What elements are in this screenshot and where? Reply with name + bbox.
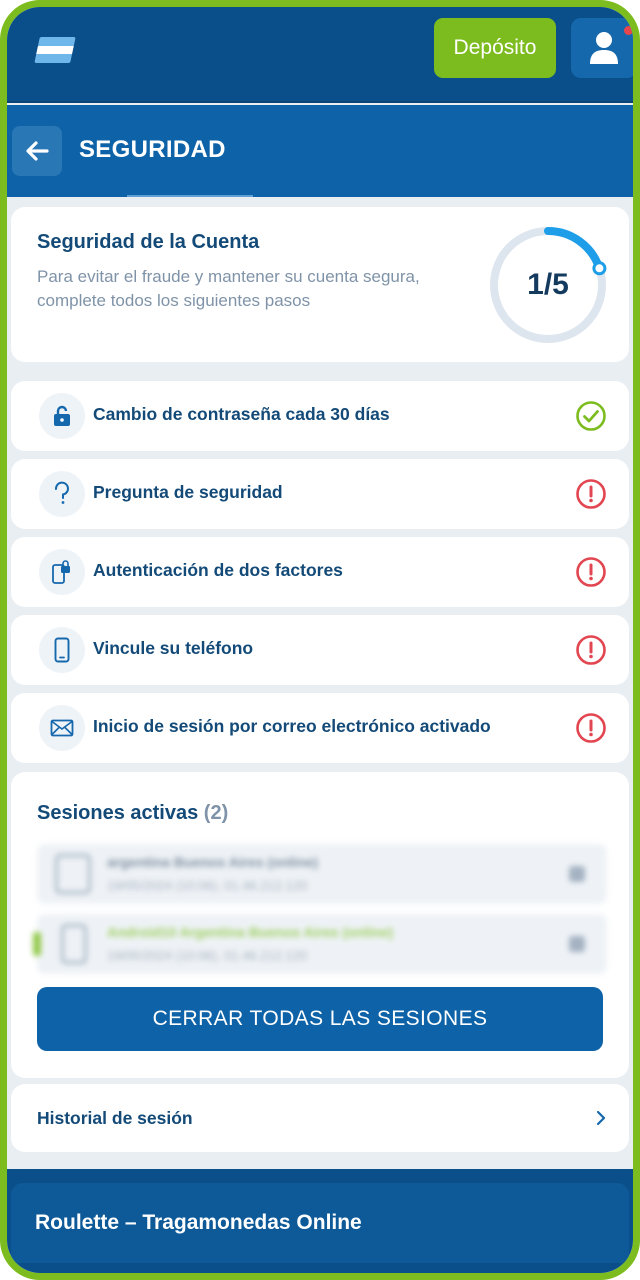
- footer: Roulette – Tragamonedas Online: [7, 1169, 633, 1273]
- session-device-label: Android10 Argentina Buenos Aires (online…: [107, 924, 393, 940]
- deposit-button[interactable]: Depósito: [434, 18, 556, 78]
- check-circle-icon: [576, 401, 606, 431]
- session-row[interactable]: Android10 Argentina Buenos Aires (online…: [33, 914, 607, 974]
- session-details: 19/05/2024 (10:06), 01.46.212.120: [107, 948, 308, 963]
- session-device-label: argentina Buenos Aires (online): [107, 854, 319, 870]
- back-button[interactable]: [12, 126, 62, 176]
- user-account-button[interactable]: [571, 18, 633, 78]
- step-label: Pregunta de seguridad: [93, 482, 283, 502]
- close-all-sessions-button[interactable]: CERRAR TODAS LAS SESIONES: [37, 987, 603, 1051]
- step-label: Vincule su teléfono: [93, 638, 254, 658]
- warning-circle-icon: [576, 557, 606, 587]
- arrow-left-icon: [26, 141, 49, 161]
- sessions-title-label: Sesiones activas: [37, 802, 199, 824]
- session-row[interactable]: argentina Buenos Aires (online) 19/05/20…: [37, 844, 607, 904]
- sessions-count: (2): [203, 802, 229, 824]
- step-password-change[interactable]: Cambio de contraseña cada 30 días: [11, 381, 629, 451]
- security-description: Para evitar el fraude y mantener su cuen…: [37, 267, 420, 310]
- close-session-icon[interactable]: [569, 936, 585, 952]
- step-label: Inicio de sesión por correo electrónico …: [93, 716, 491, 736]
- close-session-icon[interactable]: [569, 866, 585, 882]
- desktop-device-icon: [55, 854, 91, 894]
- step-email-login[interactable]: Inicio de sesión por correo electrónico …: [11, 693, 629, 763]
- phone-lock-icon: [39, 549, 85, 595]
- page-title: SEGURIDAD: [79, 136, 226, 163]
- mobile-device-icon: [61, 924, 87, 964]
- argentina-flag-icon[interactable]: [34, 37, 76, 63]
- session-history-link[interactable]: Historial de sesión: [11, 1084, 629, 1152]
- title-underline: [127, 195, 253, 197]
- active-sessions-card: Sesiones activas (2) argentina Buenos Ai…: [11, 772, 629, 1078]
- warning-circle-icon: [576, 713, 606, 743]
- user-icon: [590, 32, 618, 64]
- warning-circle-icon: [576, 479, 606, 509]
- account-security-card: Seguridad de la Cuenta Para evitar el fr…: [11, 207, 629, 362]
- top-header: Depósito: [7, 7, 633, 103]
- sessions-title: Sesiones activas (2): [37, 802, 228, 825]
- lock-icon: [39, 393, 85, 439]
- phone-icon: [39, 627, 85, 673]
- envelope-icon: [39, 705, 85, 751]
- step-link-phone[interactable]: Vincule su teléfono: [11, 615, 629, 685]
- session-details: 19/05/2024 (10:06), 01.46.212.120: [107, 878, 308, 893]
- step-label: Cambio de contraseña cada 30 días: [93, 404, 390, 424]
- phone-frame: Depósito SEGURIDAD Seguridad de la Cuent…: [0, 0, 640, 1280]
- progress-label: 1/5: [527, 268, 569, 301]
- security-title: Seguridad de la Cuenta: [37, 231, 260, 253]
- step-two-factor[interactable]: Autenticación de dos factores: [11, 537, 629, 607]
- session-history-label: Historial de sesión: [37, 1108, 193, 1128]
- step-label: Autenticación de dos factores: [93, 560, 343, 580]
- current-session-indicator: [33, 932, 41, 956]
- question-icon: [39, 471, 85, 517]
- step-security-question[interactable]: Pregunta de seguridad: [11, 459, 629, 529]
- page-title-bar: SEGURIDAD: [7, 105, 633, 197]
- footer-title: Roulette – Tragamonedas Online: [35, 1211, 362, 1234]
- footer-panel: Roulette – Tragamonedas Online: [11, 1183, 629, 1263]
- notification-dot: [624, 26, 633, 35]
- chevron-right-icon: [596, 1110, 606, 1126]
- warning-circle-icon: [576, 635, 606, 665]
